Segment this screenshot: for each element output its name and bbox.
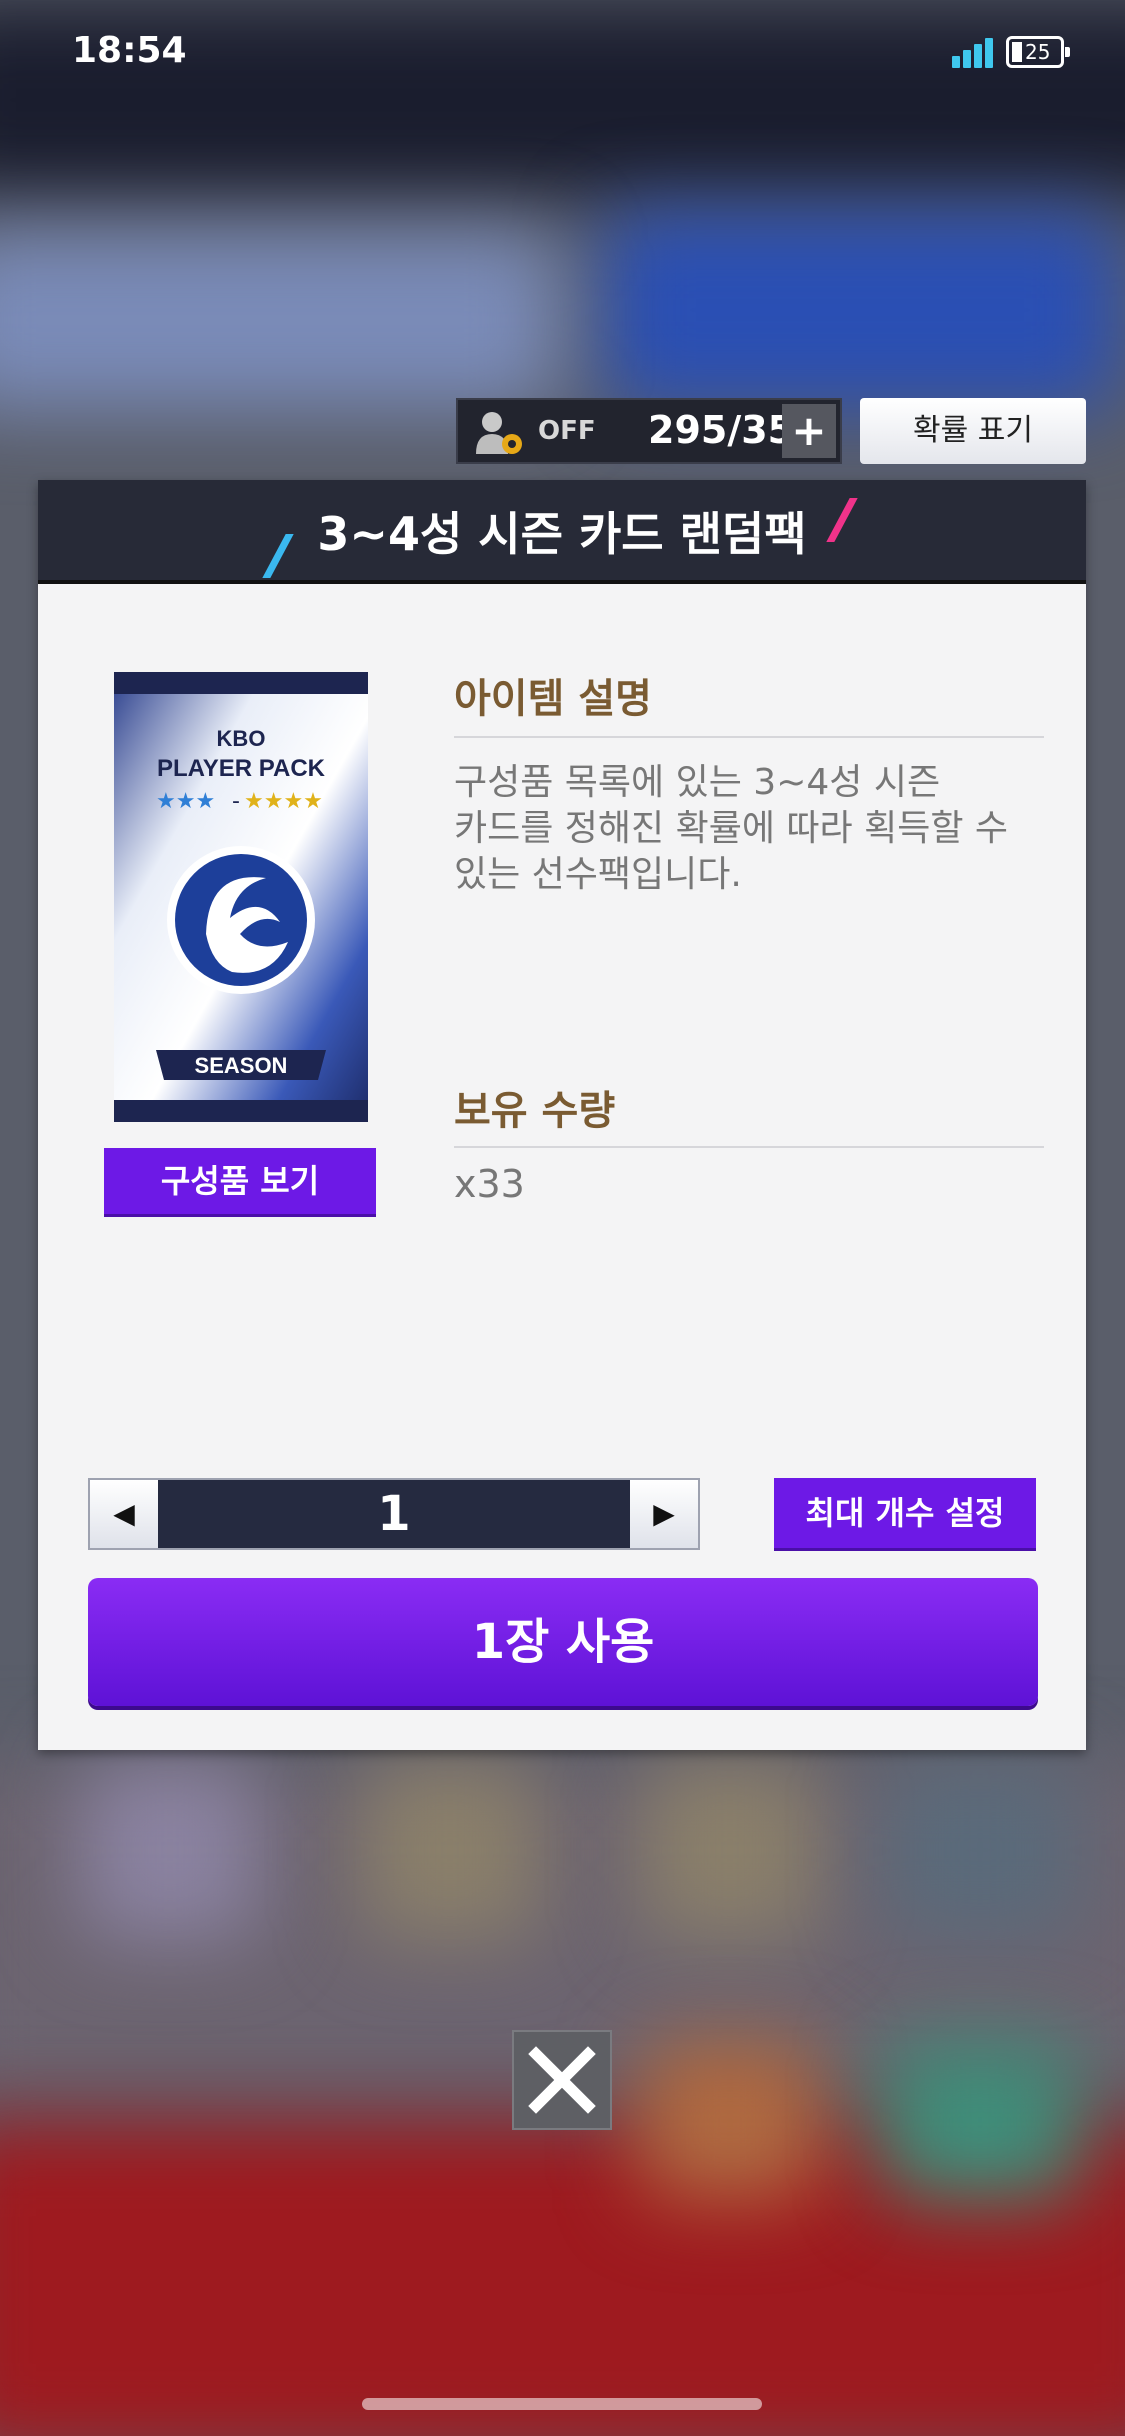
close-button[interactable] bbox=[512, 2030, 612, 2130]
pack-star-dash: - bbox=[232, 789, 240, 814]
pack-label-kbo: KBO bbox=[217, 726, 266, 751]
use-button[interactable]: 1장 사용 bbox=[88, 1578, 1038, 1706]
quantity-value: 1 bbox=[377, 1486, 411, 1542]
probability-button[interactable]: 확률 표기 bbox=[860, 398, 1086, 464]
dialog-header: 3~4성 시즌 카드 랜덤팩 bbox=[38, 480, 1086, 584]
svg-text:★★★★: ★★★★ bbox=[244, 789, 323, 814]
item-dialog: 3~4성 시즌 카드 랜덤팩 KBO PLAYER PACK ★★★ - ★★★… bbox=[38, 480, 1086, 1750]
description-title: 아이템 설명 bbox=[454, 676, 652, 722]
close-icon bbox=[528, 2046, 596, 2114]
dialog-title: 3~4성 시즌 카드 랜덤팩 bbox=[317, 507, 807, 561]
home-indicator[interactable] bbox=[362, 2398, 762, 2410]
set-max-button[interactable]: 최대 개수 설정 bbox=[774, 1478, 1036, 1548]
pack-label-player-pack: PLAYER PACK bbox=[157, 755, 326, 782]
auto-status-label: OFF bbox=[538, 416, 596, 446]
battery-level: 25 bbox=[1025, 40, 1051, 64]
quantity-stepper: ◀ 1 ▶ bbox=[88, 1478, 700, 1550]
status-time: 18:54 bbox=[72, 30, 187, 71]
item-description: 구성품 목록에 있는 3~4성 시즌 카드를 정해진 확률에 따라 획득할 수 … bbox=[454, 762, 1009, 895]
owned-title: 보유 수량 bbox=[454, 1088, 616, 1134]
add-stamina-button[interactable]: + bbox=[782, 404, 836, 458]
owned-divider bbox=[454, 1146, 1044, 1148]
increment-button[interactable]: ▶ bbox=[630, 1480, 698, 1548]
signal-icon bbox=[952, 38, 994, 68]
description-divider bbox=[454, 736, 1044, 738]
owned-quantity: x33 bbox=[454, 1162, 525, 1206]
player-pack-image: KBO PLAYER PACK ★★★ - ★★★★ SEASON bbox=[114, 672, 368, 1122]
battery-icon: 25 bbox=[1006, 36, 1070, 68]
pack-label-season: SEASON bbox=[195, 1053, 288, 1078]
stamina-bar: OFF 295/350 + bbox=[456, 398, 842, 464]
view-contents-button[interactable]: 구성품 보기 bbox=[104, 1148, 376, 1214]
decrement-button[interactable]: ◀ bbox=[90, 1480, 158, 1548]
auto-settings-icon[interactable] bbox=[472, 410, 528, 456]
svg-text:★★★: ★★★ bbox=[156, 789, 215, 814]
